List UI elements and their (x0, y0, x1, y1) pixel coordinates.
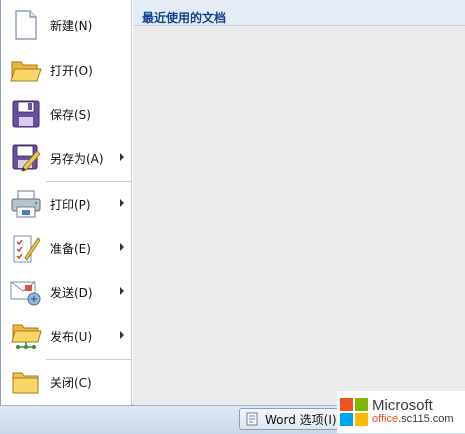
menu-item-prepare[interactable]: 准备(E) (3, 226, 131, 270)
watermark-logo: Microsoft office.sc115.com (337, 391, 465, 433)
submenu-arrow-icon (120, 199, 124, 207)
recent-documents-pane: 最近使用的文档 (133, 0, 465, 405)
recent-documents-list (133, 26, 465, 405)
submenu-arrow-icon (120, 331, 124, 339)
menu-item-label: 打印(P) (50, 197, 91, 212)
menu-item-close[interactable]: 关闭(C) (3, 360, 131, 404)
office-menu-commands: 新建(N) 打开(O) 保存(S) 另存为(A) 打印(P) 准备(E) 发送(… (1, 0, 132, 405)
save-disk-icon (9, 97, 43, 131)
publish-icon (9, 319, 43, 353)
menu-item-open[interactable]: 打开(O) (3, 48, 131, 92)
menu-item-new[interactable]: 新建(N) (3, 3, 131, 47)
menu-item-label: 关闭(C) (50, 375, 92, 390)
recent-documents-title: 最近使用的文档 (133, 0, 465, 26)
menu-item-label: 准备(E) (50, 241, 91, 256)
prepare-icon (9, 231, 43, 265)
new-document-icon (9, 8, 43, 42)
watermark-url: office.sc115.com (372, 413, 454, 426)
close-folder-icon (9, 365, 43, 399)
submenu-arrow-icon (120, 287, 124, 295)
menu-item-label: 发送(D) (50, 285, 93, 300)
open-folder-icon (9, 53, 43, 87)
menu-item-save-as[interactable]: 另存为(A) (3, 136, 131, 180)
watermark-url-rest: .sc115.com (398, 413, 454, 426)
menu-item-label: 打开(O) (50, 63, 93, 78)
menu-item-label: 发布(U) (50, 329, 93, 344)
send-icon (9, 275, 43, 309)
menu-item-label: 保存(S) (50, 107, 91, 122)
office-menu-window: 新建(N) 打开(O) 保存(S) 另存为(A) 打印(P) 准备(E) 发送(… (0, 0, 465, 434)
menu-item-label: 另存为(A) (50, 151, 104, 166)
submenu-arrow-icon (120, 243, 124, 251)
save-as-icon (9, 141, 43, 175)
office-menu-panel: 新建(N) 打开(O) 保存(S) 另存为(A) 打印(P) 准备(E) 发送(… (0, 0, 465, 405)
menu-item-print[interactable]: 打印(P) (3, 182, 131, 226)
watermark-url-prefix: office (372, 413, 399, 426)
watermark-brand: Microsoft (372, 397, 433, 415)
menu-item-publish[interactable]: 发布(U) (3, 314, 131, 358)
options-document-icon (246, 412, 258, 426)
menu-item-send[interactable]: 发送(D) (3, 270, 131, 314)
printer-icon (9, 187, 43, 221)
word-options-button[interactable]: Word 选项(I) (239, 408, 339, 430)
microsoft-logo-icon (340, 398, 368, 426)
menu-item-save[interactable]: 保存(S) (3, 92, 131, 136)
submenu-arrow-icon (120, 153, 124, 161)
menu-item-label: 新建(N) (50, 18, 93, 33)
word-options-label: Word 选项(I) (265, 412, 337, 427)
